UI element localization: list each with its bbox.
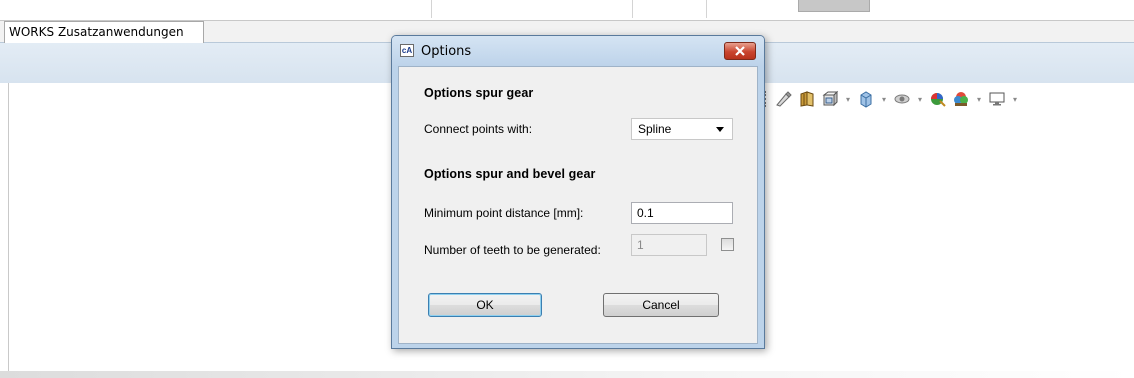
- teeth-count-label: Number of teeth to be generated:: [424, 243, 601, 257]
- section-view-icon[interactable]: [820, 89, 840, 109]
- book-icon[interactable]: [797, 89, 817, 109]
- app-icon: cA: [400, 44, 414, 57]
- min-point-distance-label: Minimum point distance [mm]:: [424, 206, 584, 220]
- toolbar-separator: [431, 0, 432, 18]
- close-button[interactable]: [724, 42, 756, 60]
- scrollbar-thumb[interactable]: [798, 0, 870, 12]
- scene-icon[interactable]: [951, 89, 971, 109]
- status-edge: [0, 371, 1134, 378]
- chevron-down-icon[interactable]: ▾: [843, 95, 853, 104]
- teeth-count-checkbox[interactable]: [721, 238, 734, 251]
- chevron-down-icon[interactable]: ▾: [1010, 95, 1020, 104]
- heads-up-toolbar: ▾ ▾ ▾ ▾ ▾: [764, 86, 1020, 112]
- section-title-spur-bevel-gear: Options spur and bevel gear: [424, 167, 596, 181]
- tab-zusatzanwendungen[interactable]: WORKS Zusatzanwendungen: [4, 21, 204, 43]
- connect-points-select[interactable]: Spline: [631, 118, 733, 140]
- chevron-down-icon[interactable]: ▾: [915, 95, 925, 104]
- appearance-icon[interactable]: [928, 89, 948, 109]
- chevron-down-icon: [716, 127, 724, 132]
- display-style-icon[interactable]: [856, 89, 876, 109]
- cancel-button[interactable]: Cancel: [603, 293, 719, 317]
- dialog-title: Options: [421, 44, 472, 59]
- ok-button[interactable]: OK: [428, 293, 542, 317]
- hide-show-icon[interactable]: [892, 89, 912, 109]
- connect-points-value: Spline: [638, 122, 672, 136]
- toolbar-separator: [632, 0, 633, 18]
- monitor-icon[interactable]: [987, 89, 1007, 109]
- chevron-down-icon[interactable]: ▾: [879, 95, 889, 104]
- dialog-client-area: Options spur gear Connect points with: S…: [398, 66, 758, 344]
- window-top-strip: [0, 0, 1134, 20]
- dialog-titlebar[interactable]: cA Options: [392, 36, 764, 66]
- chevron-down-icon[interactable]: ▾: [974, 95, 984, 104]
- tab-label: WORKS Zusatzanwendungen: [9, 25, 184, 39]
- min-point-distance-value: 0.1: [637, 206, 654, 220]
- options-dialog: cA Options Options spur gear Connect poi…: [391, 35, 765, 349]
- connect-points-label: Connect points with:: [424, 122, 533, 136]
- teeth-count-value: 1: [637, 238, 644, 252]
- toolbar-separator: [706, 0, 707, 18]
- pencil-wrench-icon[interactable]: [774, 89, 794, 109]
- section-title-spur-gear: Options spur gear: [424, 86, 534, 100]
- teeth-count-input[interactable]: 1: [631, 234, 707, 256]
- min-point-distance-input[interactable]: 0.1: [631, 202, 733, 224]
- close-icon: [735, 46, 745, 56]
